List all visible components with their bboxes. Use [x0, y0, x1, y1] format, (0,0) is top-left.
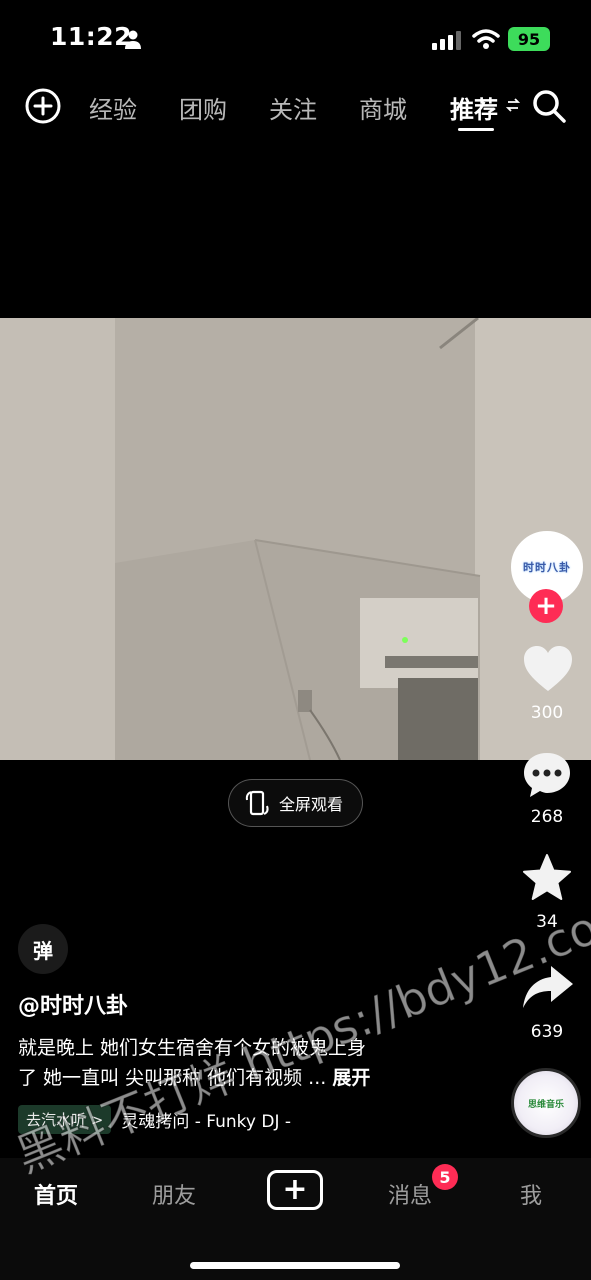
tab-following[interactable]: 关注	[269, 90, 317, 125]
tab-friends[interactable]: 朋友	[152, 1178, 196, 1210]
caption-line-2: 了 她一直叫 尖叫那种 他们有视频 ...	[18, 1067, 327, 1089]
music-disc[interactable]: 思维音乐	[511, 1068, 581, 1138]
person-icon	[125, 30, 141, 49]
favorite-count: 34	[536, 912, 558, 932]
video-caption: 就是晚上 她们女生宿舍有个女的被鬼上身 了 她一直叫 尖叫那种 他们有视频 ..…	[18, 1033, 458, 1093]
heart-icon[interactable]	[522, 645, 574, 693]
music-row[interactable]: 去汽水听 > 灵魂拷问 - Funky DJ -	[18, 1104, 291, 1134]
music-disc-label: 思维音乐	[527, 1099, 564, 1110]
share-count: 639	[530, 1022, 564, 1042]
expand-caption-link[interactable]: 展开	[332, 1067, 370, 1089]
danmaku-button[interactable]: 弹	[18, 924, 68, 974]
follow-button[interactable]: +	[529, 589, 563, 623]
fullscreen-button[interactable]: 全屏观看	[228, 779, 363, 827]
share-icon[interactable]	[521, 964, 575, 1010]
tab-group-buy[interactable]: 团购	[179, 90, 227, 125]
swap-icon	[506, 98, 520, 112]
video-player[interactable]	[0, 318, 591, 760]
comment-count: 268	[530, 807, 564, 827]
top-nav: 经验 团购 关注 商城 推荐	[0, 82, 591, 132]
wifi-icon	[472, 29, 500, 49]
tab-experience[interactable]: 经验	[89, 90, 137, 125]
signal-icon	[432, 31, 461, 50]
search-icon[interactable]	[531, 88, 567, 124]
add-circle-icon[interactable]	[25, 88, 61, 124]
author-name[interactable]: @时时八卦	[18, 988, 128, 1020]
star-icon[interactable]	[521, 853, 573, 903]
battery-indicator: 95	[508, 27, 550, 51]
like-count: 300	[530, 703, 564, 723]
active-tab-indicator	[458, 128, 494, 131]
status-time: 11:22	[50, 22, 133, 51]
status-bar: 11:22 95	[0, 0, 591, 78]
tab-me[interactable]: 我	[520, 1178, 542, 1210]
music-title: 灵魂拷问 - Funky DJ -	[121, 1111, 292, 1132]
bottom-tab-bar: 首页 朋友 + 消息 5 我	[0, 1158, 591, 1280]
video-scene	[0, 318, 591, 760]
home-indicator	[190, 1262, 400, 1269]
listen-on-qishui-chip[interactable]: 去汽水听 >	[18, 1104, 112, 1134]
tab-mall[interactable]: 商城	[359, 90, 407, 125]
fullscreen-label: 全屏观看	[279, 795, 344, 814]
caption-line-1: 就是晚上 她们女生宿舍有个女的被鬼上身	[18, 1037, 367, 1059]
comment-icon[interactable]	[522, 751, 572, 799]
avatar-logo-text: 时时八卦	[523, 561, 571, 574]
tab-home[interactable]: 首页	[34, 1178, 78, 1210]
tab-messages[interactable]: 消息	[388, 1178, 432, 1210]
create-button[interactable]: +	[267, 1170, 323, 1210]
rotate-screen-icon	[245, 790, 269, 816]
tab-recommended[interactable]: 推荐	[450, 90, 498, 125]
messages-badge: 5	[432, 1164, 458, 1190]
